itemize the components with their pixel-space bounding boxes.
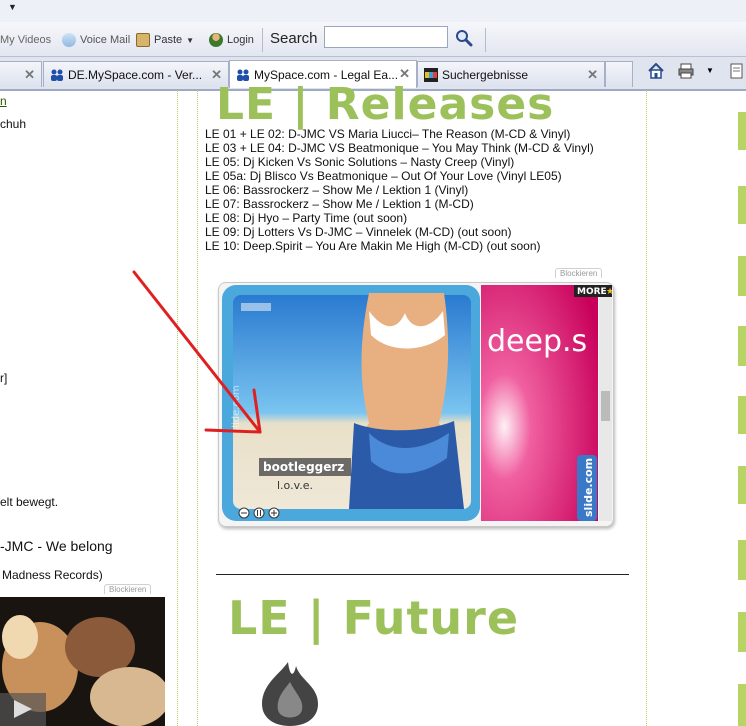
paste-button[interactable]: Paste ▼	[136, 31, 194, 49]
slide-right-text: deep.s	[487, 324, 587, 359]
left-text-fragment: r]	[0, 371, 8, 385]
slide-caption-subtitle: l.o.v.e.	[277, 479, 313, 492]
clipboard-icon	[136, 33, 150, 47]
flame-logo-icon	[262, 662, 318, 726]
left-link-fragment[interactable]: n	[0, 94, 7, 108]
slide-caption-title: bootleggerz	[263, 460, 344, 474]
user-icon	[209, 33, 223, 47]
search-icon[interactable]	[454, 29, 474, 47]
release-item: LE 08: Dj Hyo – Party Time (out soon)	[205, 211, 408, 225]
pause-icon	[253, 507, 265, 519]
left-text-fragment: Madness Records)	[2, 568, 103, 582]
column-divider	[646, 90, 647, 726]
block-button[interactable]: Blockieren	[104, 584, 152, 594]
release-item: LE 05: Dj Kicken Vs Sonic Solutions – Na…	[205, 155, 515, 169]
more-button-label: MORE	[577, 287, 607, 297]
paste-label: Paste	[154, 34, 183, 46]
releases-heading: LE | Releases	[216, 79, 555, 130]
my-videos-label: My Videos	[0, 34, 52, 46]
slide-brand-label: slide.com	[582, 458, 595, 517]
login-button[interactable]: Login	[209, 31, 254, 49]
right-decoration	[738, 612, 746, 652]
releases-list: LE 01 + LE 02: D-JMC VS Maria Liucci– Th…	[205, 127, 594, 253]
dropdown-caret-icon[interactable]: ▼	[8, 2, 17, 12]
future-heading: LE | Future	[228, 591, 520, 645]
close-tab-icon[interactable]: ✕	[587, 67, 598, 83]
page-icon[interactable]	[728, 62, 746, 80]
left-text-fragment: elt bewegt.	[0, 495, 59, 509]
tab-title: DE.MySpace.com - Ver...	[68, 67, 203, 82]
video-thumbnail[interactable]	[0, 597, 165, 726]
right-decoration	[738, 540, 746, 580]
release-item: LE 01 + LE 02: D-JMC VS Maria Liucci– Th…	[205, 127, 571, 141]
search-label: Search	[270, 30, 318, 47]
right-decoration	[738, 256, 746, 296]
print-dropdown-icon[interactable]: ▼	[706, 66, 714, 75]
voice-mail-icon	[62, 33, 76, 47]
right-decoration	[738, 684, 746, 726]
voice-mail-label: Voice Mail	[80, 34, 131, 46]
release-item: LE 03 + LE 04: D-JMC VS Beatmonique – Yo…	[205, 141, 594, 155]
slide-scrollbar	[601, 391, 610, 421]
print-icon[interactable]	[677, 62, 695, 80]
toolbar-divider	[262, 28, 263, 52]
star-icon: ★	[606, 286, 612, 296]
left-text-fragment: chuh	[0, 117, 27, 131]
section-divider	[216, 574, 629, 575]
new-tab[interactable]	[605, 61, 633, 87]
close-tab-icon[interactable]: ✕	[24, 67, 35, 83]
right-decoration	[738, 112, 746, 150]
tab-1[interactable]: ✕	[0, 61, 42, 87]
my-videos-button[interactable]: My Videos	[0, 31, 51, 49]
release-item: LE 10: Deep.Spirit – You Are Makin Me Hi…	[205, 239, 541, 253]
release-item: LE 07: Bassrockerz – Show Me / Lektion 1…	[205, 197, 474, 211]
right-decoration	[738, 396, 746, 434]
voice-mail-button[interactable]: Voice Mail	[62, 31, 130, 49]
paste-dropdown-icon[interactable]: ▼	[186, 36, 194, 45]
right-decoration	[738, 326, 746, 366]
left-title-fragment: -JMC - We belong	[0, 538, 113, 554]
home-icon[interactable]	[647, 62, 665, 80]
release-item: LE 09: Dj Lotters Vs D-JMC – Vinnelek (M…	[205, 225, 512, 239]
login-label: Login	[227, 34, 254, 46]
right-decoration	[738, 186, 746, 224]
tab-de-myspace[interactable]: DE.MySpace.com - Ver... ✕	[43, 61, 229, 87]
red-arrow-annotation	[132, 270, 262, 434]
release-item: LE 05a: Dj Blisco Vs Beatmonique – Out O…	[205, 169, 562, 183]
release-item: LE 06: Bassrockerz – Show Me / Lektion 1…	[205, 183, 469, 197]
myspace-people-icon	[51, 69, 63, 81]
search-input[interactable]	[324, 26, 448, 48]
toolbar-divider	[485, 28, 486, 52]
right-decoration	[738, 466, 746, 504]
block-button[interactable]: Blockieren	[555, 268, 603, 278]
menu-strip: ▼	[0, 0, 746, 23]
